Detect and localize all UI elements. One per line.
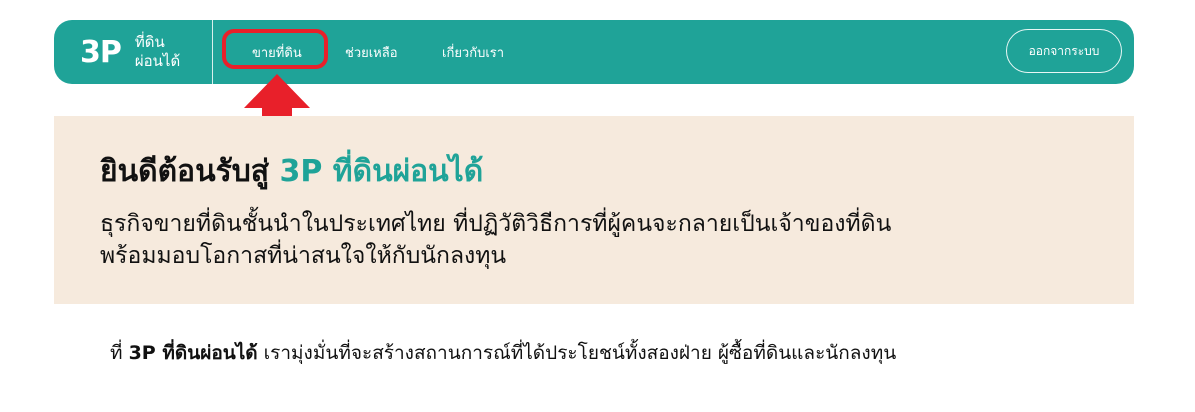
hero-banner: ยินดีต้อนรับสู่ 3P ที่ดินผ่อนได้ ธุรกิจข… — [54, 116, 1134, 304]
hero-title-brand: 3P ที่ดินผ่อนได้ — [279, 154, 484, 189]
logo-text-line1: ที่ดิน — [134, 33, 165, 51]
intro-body: เรามุ่งมั่นที่จะสร้างสถานการณ์ที่ได้ประโ… — [257, 342, 897, 364]
hero-description: ธุรกิจขายที่ดินชั้นนำในประเทศไทย ที่ปฏิว… — [100, 208, 1080, 272]
hero-title: ยินดีต้อนรับสู่ 3P ที่ดินผ่อนได้ — [100, 148, 483, 195]
intro-text: ที่ 3P ที่ดินผ่อนได้ เรามุ่งมั่นที่จะสร้… — [110, 338, 896, 368]
hero-title-prefix: ยินดีต้อนรับสู่ — [100, 154, 280, 189]
hero-line2: พร้อมมอบโอกาสที่น่าสนใจให้กับนักลงทุน — [100, 243, 507, 269]
logo-text-line2: ผ่อนได้ — [134, 52, 181, 70]
logout-button[interactable]: ออกจากระบบ — [1006, 29, 1122, 73]
nav-about[interactable]: เกี่ยวกับเรา — [442, 42, 504, 63]
nav-help[interactable]: ช่วยเหลือ — [345, 42, 398, 63]
logo-text: ที่ดิน ผ่อนได้ — [135, 33, 205, 71]
intro-prefix: ที่ — [110, 342, 129, 364]
top-navbar: 3P ที่ดิน ผ่อนได้ ขายที่ดิน ช่วยเหลือ เก… — [54, 20, 1134, 84]
nav-divider — [212, 20, 213, 84]
hero-line1: ธุรกิจขายที่ดินชั้นนำในประเทศไทย ที่ปฏิว… — [100, 211, 892, 237]
highlight-box — [222, 29, 328, 69]
intro-brand: 3P ที่ดินผ่อนได้ — [128, 342, 258, 364]
logo[interactable]: 3P ที่ดิน ผ่อนได้ — [80, 28, 205, 76]
logo-mark: 3P — [80, 34, 122, 70]
